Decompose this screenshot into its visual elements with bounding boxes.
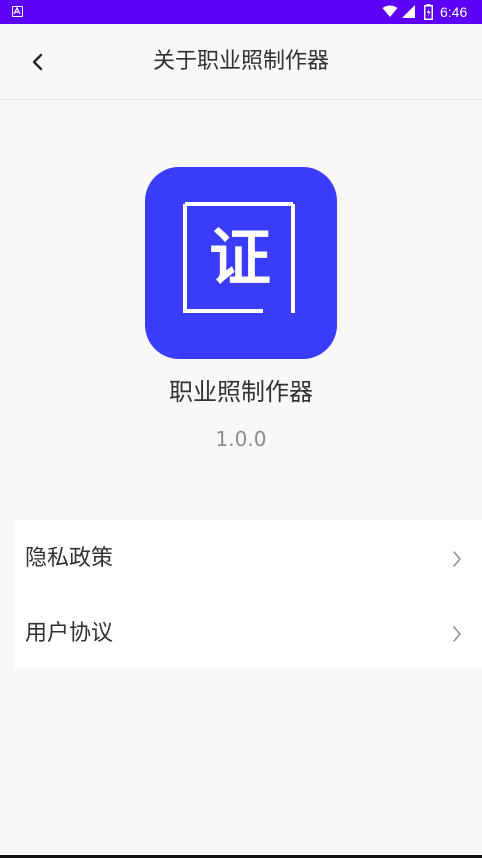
wifi-icon bbox=[382, 5, 398, 17]
menu-item-user-agreement[interactable]: 用户协议 bbox=[14, 597, 482, 671]
logo-character: 证 bbox=[208, 221, 271, 294]
page-title: 关于职业照制作器 bbox=[152, 49, 329, 74]
status-time: 6:46 bbox=[440, 4, 468, 20]
about-menu: 隐私政策 用户协议 bbox=[14, 520, 482, 669]
battery-icon bbox=[424, 4, 433, 20]
menu-item-label: 隐私政策 bbox=[25, 546, 114, 571]
menu-item-label: 用户协议 bbox=[25, 621, 114, 646]
app-name: 职业照制作器 bbox=[169, 378, 313, 406]
app-version: 1.0.0 bbox=[215, 427, 267, 451]
menu-item-privacy-policy[interactable]: 隐私政策 bbox=[14, 522, 482, 596]
app-notification-icon bbox=[12, 6, 23, 17]
header-bar: 关于职业照制作器 bbox=[0, 24, 482, 100]
chevron-right-icon bbox=[453, 551, 461, 567]
chevron-right-icon bbox=[453, 626, 461, 642]
signal-icon bbox=[402, 5, 415, 18]
status-bar: 6:46 bbox=[0, 0, 482, 24]
about-screen: 6:46 关于职业照制作器 证 职业照制作器 1.0.0 隐私政策 用户协议 bbox=[0, 0, 482, 858]
